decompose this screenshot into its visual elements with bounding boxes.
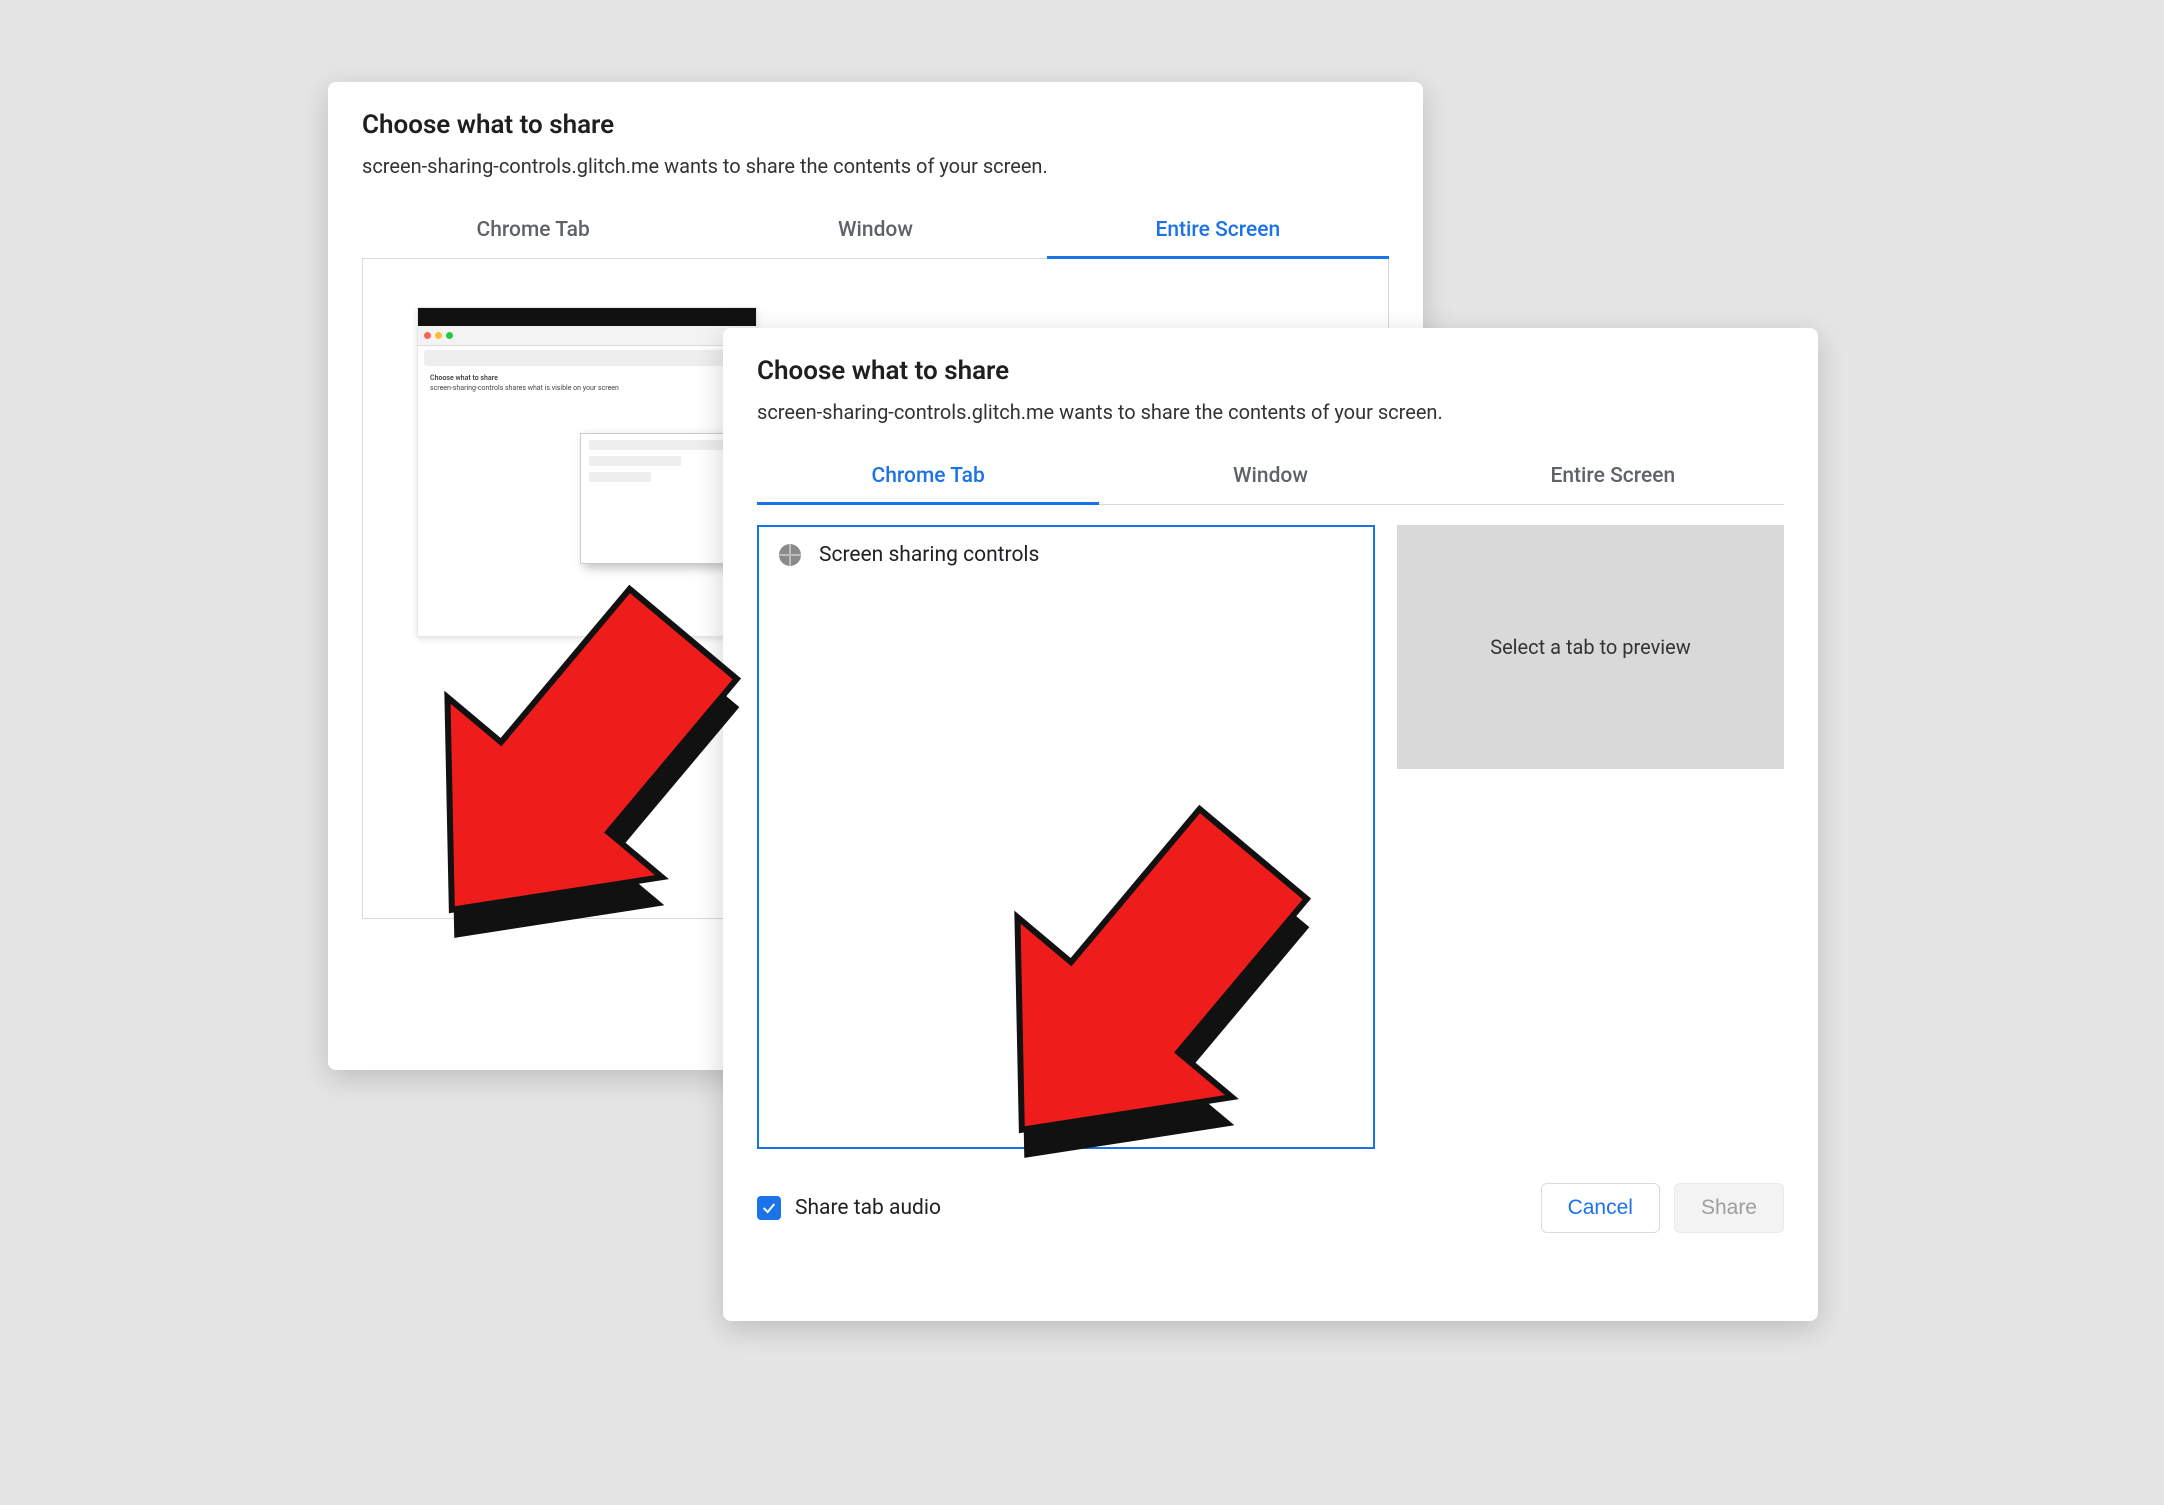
screen-thumbnail[interactable]: Choose what to share screen-sharing-cont… [417, 307, 757, 637]
tab-entire-screen[interactable]: Entire Screen [1442, 450, 1784, 504]
share-button[interactable]: Share [1674, 1183, 1784, 1233]
tab-window[interactable]: Window [704, 204, 1046, 258]
tab-list: Screen sharing controls [757, 525, 1375, 1149]
globe-icon [779, 544, 801, 566]
tab-window[interactable]: Window [1099, 450, 1441, 504]
tab-list-item[interactable]: Screen sharing controls [779, 543, 1353, 567]
dialog-title: Choose what to share [362, 110, 1389, 140]
dialog-subtitle: screen-sharing-controls.glitch.me wants … [757, 400, 1784, 424]
share-dialog-chrome-tab: Choose what to share screen-sharing-cont… [723, 328, 1818, 1321]
dialog-subtitle: screen-sharing-controls.glitch.me wants … [362, 154, 1389, 178]
share-tabs: Chrome Tab Window Entire Screen [757, 450, 1784, 505]
tab-chrome-tab[interactable]: Chrome Tab [757, 450, 1099, 504]
dialog-title: Choose what to share [757, 356, 1784, 386]
check-icon [761, 1200, 777, 1216]
share-tab-audio-option[interactable]: Share tab audio [757, 1196, 941, 1220]
preview-panel: Select a tab to preview [1397, 525, 1784, 769]
share-tabs: Chrome Tab Window Entire Screen [362, 204, 1389, 259]
share-tab-audio-label: Share tab audio [795, 1196, 941, 1220]
tab-chrome-tab[interactable]: Chrome Tab [362, 204, 704, 258]
cancel-button[interactable]: Cancel [1541, 1183, 1660, 1233]
tab-list-item-label: Screen sharing controls [819, 543, 1039, 567]
preview-placeholder: Select a tab to preview [1490, 635, 1691, 659]
tab-entire-screen[interactable]: Entire Screen [1047, 204, 1389, 258]
share-tab-audio-checkbox[interactable] [757, 1196, 781, 1220]
